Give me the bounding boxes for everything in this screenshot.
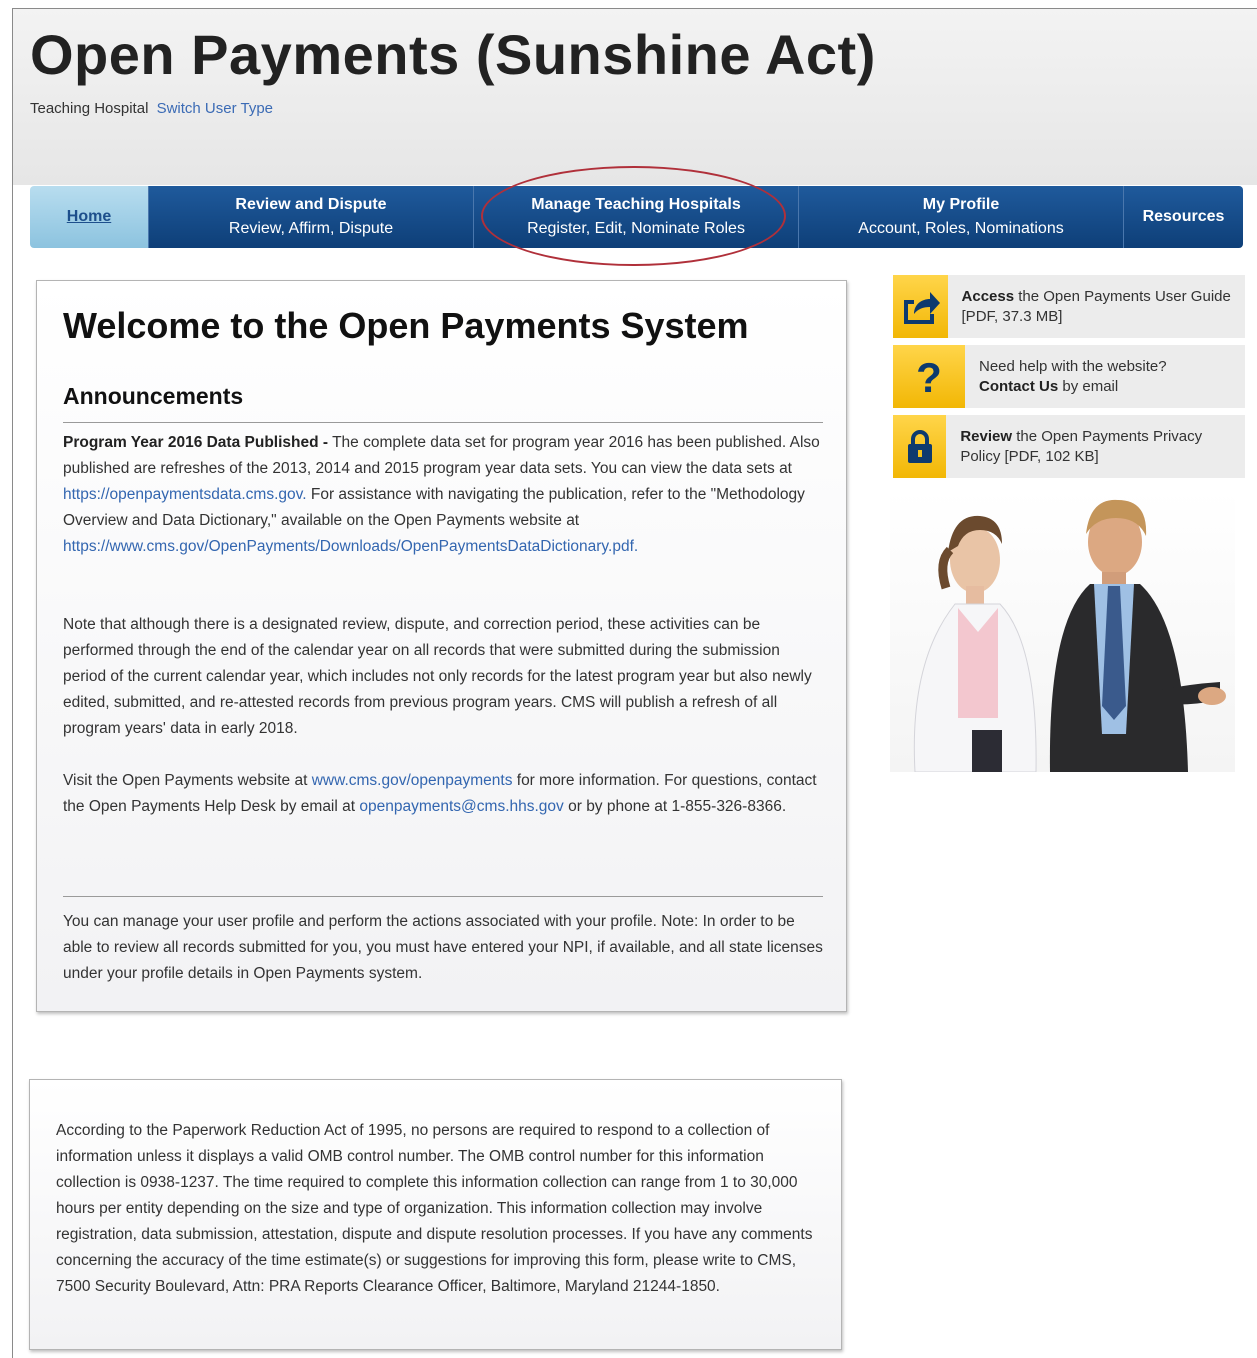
cms-openpayments-link[interactable]: www.cms.gov/openpayments [312, 772, 513, 789]
announcements-heading: Announcements [63, 383, 244, 409]
announcement-bold-title: Program Year 2016 Data Published - [63, 434, 329, 451]
open-payments-data-link[interactable]: https://openpaymentsdata.cms.gov. [63, 486, 307, 503]
padlock-icon [893, 415, 947, 478]
announcement-data-published: Program Year 2016 Data Published - The c… [63, 430, 823, 560]
user-type-line: Teaching Hospital Switch User Type [30, 100, 273, 117]
user-guide-bold: Access [961, 287, 1015, 305]
announcement-review-period: Note that although there is a designated… [63, 616, 812, 737]
help-question: Need help with the website? [979, 357, 1167, 375]
user-type-label: Teaching Hospital [30, 100, 149, 117]
pra-notice-text: According to the Paperwork Reduction Act… [56, 1122, 813, 1295]
data-dictionary-link[interactable]: https://www.cms.gov/OpenPayments/Downloa… [63, 538, 638, 555]
contact-us-link[interactable]: Contact Us [979, 378, 1058, 395]
question-mark-icon: ? [893, 345, 965, 408]
announcement-text: or by phone at 1-855-326-8366. [563, 798, 787, 815]
svg-text:?: ? [916, 356, 942, 398]
privacy-policy-text: Review the Open Payments Privacy Policy … [960, 427, 1245, 467]
main-nav: Home Review and Dispute Review, Affirm, … [30, 186, 1243, 248]
welcome-title: Welcome to the Open Payments System [63, 305, 749, 346]
site-title: Open Payments (Sunshine Act) [30, 23, 876, 86]
nav-item-title: Manage Teaching Hospitals [531, 196, 741, 213]
nav-review-dispute[interactable]: Review and Dispute Review, Affirm, Dispu… [148, 186, 473, 248]
nav-home-tab[interactable]: Home [30, 186, 148, 248]
help-desk-email-link[interactable]: openpayments@cms.hhs.gov [359, 798, 563, 815]
divider [63, 896, 823, 897]
nav-item-subtitle: Register, Edit, Nominate Roles [527, 220, 745, 237]
share-arrow-icon [893, 275, 948, 338]
user-guide-link-box[interactable]: Access the Open Payments User Guide [PDF… [893, 275, 1245, 338]
pra-notice-panel: According to the Paperwork Reduction Act… [29, 1079, 842, 1350]
contact-us-suffix: by email [1058, 377, 1119, 395]
switch-user-type-link[interactable]: Switch User Type [157, 100, 273, 117]
nav-item-subtitle: Account, Roles, Nominations [858, 220, 1064, 237]
privacy-bold: Review [960, 427, 1013, 445]
nav-resources[interactable]: Resources [1123, 186, 1243, 248]
contact-us-text: Need help with the website? Contact Us b… [979, 357, 1167, 397]
profile-note: You can manage your user profile and per… [63, 913, 823, 982]
announcement-text: Visit the Open Payments website at [63, 772, 312, 789]
nav-item-subtitle: Review, Affirm, Dispute [228, 220, 394, 237]
announcement-contact: Visit the Open Payments website at www.c… [63, 768, 823, 820]
nav-item-title: Review and Dispute [235, 196, 387, 213]
contact-us-box[interactable]: ? Need help with the website? Contact Us… [893, 345, 1245, 408]
divider [63, 422, 823, 423]
doctors-photo [890, 490, 1235, 773]
user-guide-text: Access the Open Payments User Guide [PDF… [962, 287, 1245, 327]
nav-manage-teaching-hospitals[interactable]: Manage Teaching Hospitals Register, Edit… [473, 186, 798, 248]
nav-item-title: My Profile [922, 196, 1000, 213]
nav-my-profile[interactable]: My Profile Account, Roles, Nominations [798, 186, 1123, 248]
privacy-policy-box[interactable]: Review the Open Payments Privacy Policy … [893, 415, 1245, 478]
welcome-panel: Welcome to the Open Payments System Anno… [36, 280, 847, 1012]
